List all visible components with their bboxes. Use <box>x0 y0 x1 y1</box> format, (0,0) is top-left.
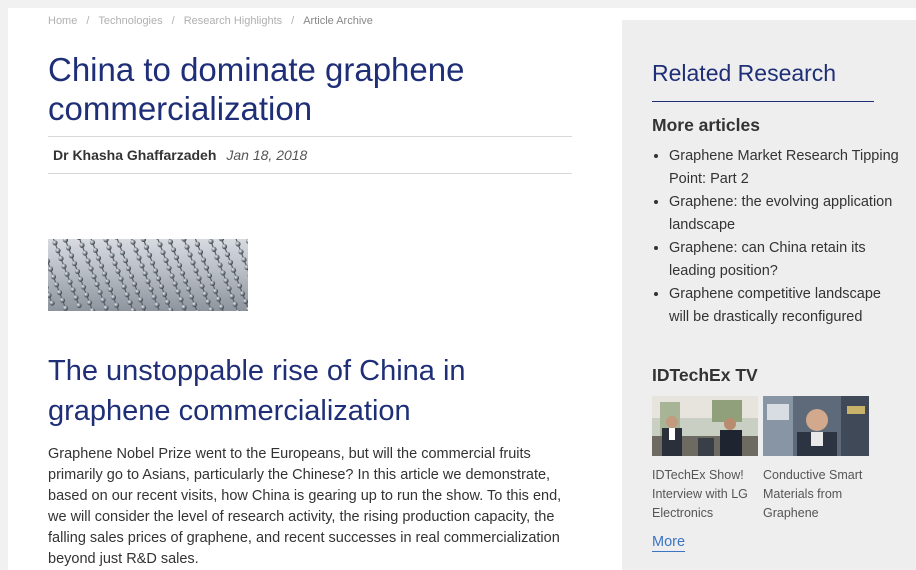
tv-caption[interactable]: IDTechEx Show! Interview with LG Electro… <box>652 466 758 523</box>
list-item: Graphene Market Research Tipping Point: … <box>669 145 899 191</box>
video-thumbnail-image <box>763 396 869 456</box>
related-research-title: Related Research <box>652 60 837 86</box>
tv-item-conductive-materials[interactable]: Conductive Smart Materials from Graphene <box>763 396 869 523</box>
article-hero-image <box>48 239 248 311</box>
video-thumbnail[interactable] <box>652 396 758 456</box>
article-meta: Dr Khasha Ghaffarzadeh Jan 18, 2018 <box>48 136 572 174</box>
article-link[interactable]: Graphene competitive landscape will be d… <box>669 286 881 325</box>
video-thumbnail[interactable] <box>763 396 869 456</box>
breadcrumb-home[interactable]: Home <box>48 15 77 27</box>
breadcrumb-separator: / <box>86 15 90 27</box>
page: Home / Technologies / Research Highlights / Ar… <box>8 8 916 570</box>
tv-more-link[interactable]: More <box>652 534 686 552</box>
breadcrumb: Home / Technologies / Research Highlights / Ar… <box>48 15 373 27</box>
graphene-lattice-illustration <box>48 239 248 311</box>
more-articles-title: More articles <box>652 115 760 135</box>
related-divider <box>652 101 874 102</box>
article-title: China to dominate graphene commercializa… <box>48 51 465 127</box>
breadcrumb-separator: / <box>291 15 295 27</box>
article-lead-paragraph: Graphene Nobel Prize went to the Europea… <box>48 446 562 567</box>
tv-caption[interactable]: Conductive Smart Materials from Graphene <box>763 466 869 523</box>
breadcrumb-research-highlights[interactable]: Research Highlights <box>184 15 282 27</box>
article-link[interactable]: Graphene Market Research Tipping Point: … <box>669 148 899 187</box>
article-author[interactable]: Dr Khasha Ghaffarzadeh <box>53 147 216 163</box>
tv-title: IDTechEx TV <box>652 365 758 385</box>
sidebar: Related Research More articles Graphene … <box>622 20 916 570</box>
breadcrumb-current: Article Archive <box>303 15 373 27</box>
breadcrumb-technologies[interactable]: Technologies <box>98 15 162 27</box>
more-articles-list: Graphene Market Research Tipping Point: … <box>652 145 899 329</box>
list-item: Graphene: the evolving application lands… <box>669 191 899 237</box>
list-item: Graphene competitive landscape will be d… <box>669 283 899 329</box>
video-thumbnail-image <box>652 396 758 456</box>
article-link[interactable]: Graphene: can China retain its leading p… <box>669 240 866 279</box>
list-item: Graphene: can China retain its leading p… <box>669 237 899 283</box>
tv-item-lg-interview[interactable]: IDTechEx Show! Interview with LG Electro… <box>652 396 758 523</box>
article-link[interactable]: Graphene: the evolving application lands… <box>669 194 892 233</box>
article-date: Jan 18, 2018 <box>226 147 308 163</box>
section-title: The unstoppable rise of China in graphen… <box>48 355 466 427</box>
breadcrumb-separator: / <box>171 15 175 27</box>
